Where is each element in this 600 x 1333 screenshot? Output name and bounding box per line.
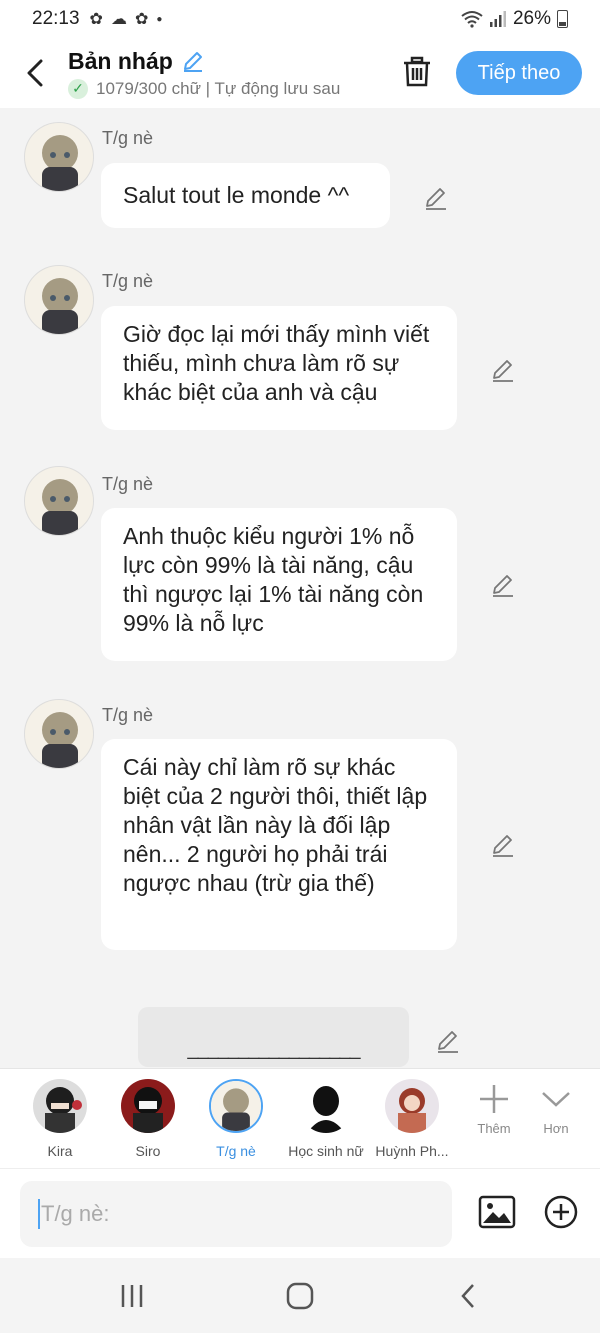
character-name: T/g nè	[216, 1143, 256, 1159]
dot-icon: ●	[156, 13, 163, 25]
paw-icon: ✿	[134, 11, 149, 28]
message-bubble[interactable]: Cái này chỉ làm rõ sự khác biệt của 2 ng…	[101, 739, 457, 950]
sender-name: T/g nè	[102, 271, 154, 291]
avatar	[24, 699, 94, 769]
message-bubble[interactable]: Anh thuộc kiểu người 1% nỗ lực còn 99% l…	[101, 508, 457, 661]
page-title: Bản nháp	[68, 47, 173, 74]
delete-trash-icon[interactable]	[402, 56, 432, 88]
sender-name: T/g nè	[102, 705, 154, 725]
character-name: Học sinh nữ	[288, 1143, 364, 1159]
more-button[interactable]: Hơn	[526, 1083, 586, 1136]
sender-name: T/g nè	[102, 474, 154, 494]
avatar	[209, 1079, 263, 1133]
avatar	[24, 122, 94, 192]
narration-bubble[interactable]: _________________	[138, 1007, 409, 1067]
avatar	[24, 265, 94, 335]
cloud-icon: ☁	[110, 11, 127, 28]
avatar	[299, 1079, 353, 1133]
message-bubble[interactable]: Salut tout le monde ^^	[101, 163, 390, 228]
signal-icon	[489, 11, 506, 27]
message-bubble[interactable]: Giờ đọc lại mới thấy mình viết thiếu, mì…	[101, 306, 457, 430]
rename-pencil-icon[interactable]	[181, 49, 205, 73]
battery-percent: 26%	[512, 8, 551, 29]
header-titles: Bản nháp ✓ 1079/300 chữ | Tự động lưu sa…	[68, 48, 378, 99]
add-character-button[interactable]: Thêm	[464, 1083, 524, 1136]
next-button[interactable]: Tiếp theo	[456, 51, 582, 95]
add-label: Thêm	[477, 1121, 511, 1136]
chat-area[interactable]: T/g nè Salut tout le monde ^^ T/g nè Giờ…	[0, 108, 600, 1068]
text-caret	[38, 1199, 40, 1229]
message-input[interactable]: T/g nè:	[20, 1181, 452, 1247]
character-name: Siro	[135, 1143, 161, 1159]
word-count-status: 1079/300 chữ | Tự động lưu sau	[96, 78, 341, 98]
character-tg-ne[interactable]: T/g nè	[196, 1079, 276, 1159]
character-huynh-ph[interactable]: Huỳnh Ph...	[372, 1079, 452, 1159]
edit-pencil-icon[interactable]	[435, 1028, 461, 1054]
input-bar: T/g nè:	[0, 1168, 600, 1258]
back-button[interactable]	[20, 58, 50, 88]
editor-header: Bản nháp ✓ 1079/300 chữ | Tự động lưu sa…	[0, 38, 600, 108]
chevron-down-icon	[542, 1092, 570, 1107]
notification-icons: ✿ ☁ ✿ ●	[90, 9, 163, 29]
avatar	[121, 1079, 175, 1133]
character-hoc-sinh-nu[interactable]: Học sinh nữ	[286, 1079, 366, 1159]
saved-check-icon: ✓	[68, 78, 88, 99]
character-name: Huỳnh Ph...	[375, 1143, 449, 1159]
system-nav-bar	[0, 1258, 600, 1333]
more-label: Hơn	[543, 1121, 569, 1136]
plus-icon	[480, 1085, 508, 1113]
paw-icon: ✿	[89, 11, 103, 28]
character-kira[interactable]: Kira	[20, 1079, 100, 1159]
chevron-left-icon	[27, 59, 43, 87]
input-placeholder: T/g nè:	[41, 1201, 110, 1226]
edit-pencil-icon[interactable]	[423, 185, 449, 211]
avatar	[24, 466, 94, 536]
character-name: Kira	[47, 1143, 73, 1159]
add-circle-icon[interactable]	[544, 1195, 578, 1229]
status-time: 22:13	[32, 8, 80, 29]
sender-name: T/g nè	[102, 128, 154, 148]
wifi-icon	[461, 11, 483, 28]
edit-pencil-icon[interactable]	[490, 832, 516, 858]
avatar	[33, 1079, 87, 1133]
edit-pencil-icon[interactable]	[490, 357, 516, 383]
character-selector: Kira Siro T/g nè Học sinh nữ Huỳnh Ph...…	[0, 1068, 600, 1168]
recent-apps-icon[interactable]	[119, 1282, 145, 1310]
character-siro[interactable]: Siro	[108, 1079, 188, 1159]
back-nav-icon[interactable]	[460, 1282, 476, 1310]
image-icon[interactable]	[478, 1195, 516, 1229]
edit-pencil-icon[interactable]	[490, 572, 516, 598]
battery-icon	[557, 10, 568, 28]
home-icon[interactable]	[286, 1282, 314, 1310]
avatar	[385, 1079, 439, 1133]
status-bar: 22:13 ✿ ☁ ✿ ● 26%	[0, 0, 600, 38]
